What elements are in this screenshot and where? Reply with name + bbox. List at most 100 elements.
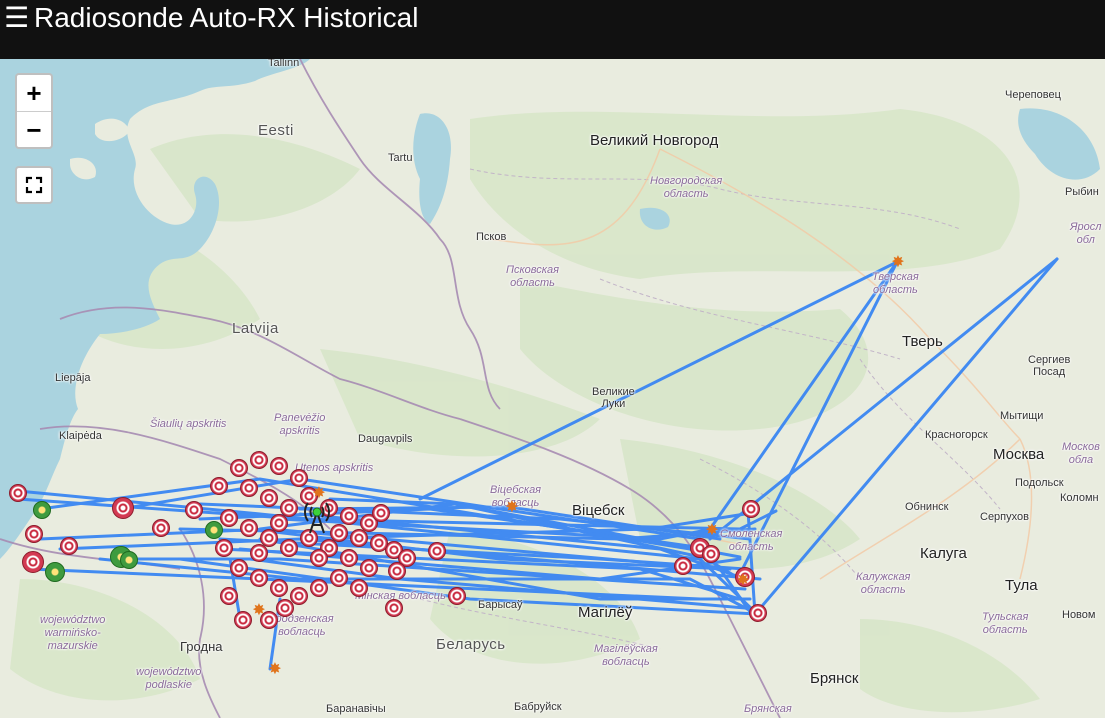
landing-marker[interactable] <box>370 534 388 552</box>
landing-marker[interactable] <box>749 604 767 622</box>
label-serpukhov: Серпухов <box>980 511 1029 523</box>
label-moskva: Москва <box>993 446 1045 463</box>
hamburger-menu-icon[interactable]: ☰ <box>4 3 29 33</box>
landing-marker[interactable] <box>350 529 368 547</box>
label-cherepovets: Череповец <box>1005 89 1061 101</box>
landing-marker[interactable] <box>240 479 258 497</box>
label-vitsebsk: Віцебск <box>572 502 625 519</box>
landing-marker[interactable] <box>260 489 278 507</box>
landing-marker[interactable] <box>185 501 203 519</box>
landing-marker[interactable] <box>220 587 238 605</box>
label-velikie-luki: Великие Луки <box>592 386 635 410</box>
label-kaluga-region: Калужская область <box>856 571 911 596</box>
launch-marker[interactable] <box>45 562 65 582</box>
label-tallinn: Tallinn <box>268 59 300 69</box>
landing-marker[interactable] <box>350 579 368 597</box>
landing-marker[interactable] <box>250 451 268 469</box>
label-mahilyow: Магілёў <box>578 604 633 621</box>
label-yaroslavl-region: Яросл обл <box>1070 221 1102 246</box>
landing-marker[interactable] <box>340 549 358 567</box>
landing-marker[interactable] <box>270 457 288 475</box>
top-bar: ☰ Radiosonde Auto-RX Historical <box>0 0 1105 59</box>
landing-marker[interactable] <box>234 611 252 629</box>
burst-icon[interactable]: ✸ <box>736 573 750 589</box>
landing-marker[interactable] <box>385 599 403 617</box>
label-kolomna: Коломн <box>1060 492 1099 504</box>
label-novgorod: Великий Новгород <box>590 132 719 149</box>
landing-marker[interactable] <box>9 484 27 502</box>
label-klaipeda: Klaipėda <box>59 430 102 442</box>
landing-marker[interactable] <box>330 569 348 587</box>
landing-marker[interactable] <box>250 569 268 587</box>
label-grodno: Гродна <box>180 639 223 654</box>
launch-marker[interactable] <box>120 551 138 569</box>
landing-marker[interactable] <box>240 519 258 537</box>
label-tver: Тверь <box>902 333 943 350</box>
label-sergiev-posad: Сергиев Посад <box>1028 354 1071 378</box>
label-tartu: Tartu <box>388 152 413 164</box>
landing-marker[interactable] <box>330 524 348 542</box>
landing-marker[interactable] <box>310 549 328 567</box>
landing-marker[interactable] <box>702 545 720 563</box>
landing-marker[interactable] <box>270 514 288 532</box>
launch-marker[interactable] <box>205 521 223 539</box>
landing-marker[interactable] <box>112 497 134 519</box>
label-warminsko: województwo warmińsko- mazurskie <box>40 614 106 652</box>
landing-marker[interactable] <box>152 519 170 537</box>
label-daugavpils: Daugavpils <box>358 433 413 445</box>
label-podlaskie: województwo podlaskie <box>136 666 202 691</box>
landing-marker[interactable] <box>215 539 233 557</box>
map-basemap <box>0 59 1100 718</box>
landing-marker[interactable] <box>60 537 78 555</box>
landing-marker[interactable] <box>250 544 268 562</box>
launch-marker[interactable] <box>33 501 51 519</box>
landing-marker[interactable] <box>230 459 248 477</box>
landing-marker[interactable] <box>220 509 238 527</box>
landing-marker[interactable] <box>372 504 390 522</box>
forest-areas <box>10 109 1040 713</box>
burst-icon[interactable]: ✸ <box>891 255 905 271</box>
landing-marker[interactable] <box>674 557 692 575</box>
label-moscow-region: Москов обла <box>1062 441 1100 466</box>
landing-marker[interactable] <box>290 469 308 487</box>
label-belarus: Беларусь <box>436 636 506 653</box>
burst-icon[interactable]: ✸ <box>252 603 266 619</box>
landing-marker[interactable] <box>280 539 298 557</box>
landing-marker[interactable] <box>290 587 308 605</box>
label-novomoskovsk: Новом <box>1062 609 1096 621</box>
landing-marker[interactable] <box>742 500 760 518</box>
label-tula-region: Тульская область <box>982 611 1029 636</box>
landing-marker[interactable] <box>230 559 248 577</box>
lake-peipus <box>413 113 451 224</box>
landing-marker[interactable] <box>22 551 44 573</box>
label-bryansk: Брянск <box>810 670 859 687</box>
landing-marker[interactable] <box>25 525 43 543</box>
zoom-in-button[interactable]: + <box>17 75 51 112</box>
zoom-out-button[interactable]: − <box>17 112 51 148</box>
label-krasnogorsk: Красногорск <box>925 429 988 441</box>
landing-marker[interactable] <box>448 587 466 605</box>
landing-marker[interactable] <box>276 599 294 617</box>
label-eesti: Eesti <box>258 122 294 139</box>
burst-icon[interactable]: ✸ <box>705 523 719 539</box>
zoom-control: + − <box>15 73 53 149</box>
burst-icon[interactable]: ✸ <box>268 662 282 678</box>
label-obninsk: Обнинск <box>905 501 949 513</box>
landing-marker[interactable] <box>388 562 406 580</box>
label-panevezys: Panevėžio apskritis <box>274 412 326 437</box>
map-view[interactable]: Tallinn Eesti Tartu Псков Псковская обла… <box>0 59 1105 718</box>
landing-marker[interactable] <box>210 477 228 495</box>
landing-marker[interactable] <box>340 507 358 525</box>
label-latvija: Latvija <box>232 320 279 337</box>
receiver-station-icon[interactable] <box>302 499 332 535</box>
label-barysau: Барысаў <box>478 599 523 611</box>
fullscreen-button[interactable] <box>15 166 53 204</box>
landing-marker[interactable] <box>310 579 328 597</box>
landing-marker[interactable] <box>360 559 378 577</box>
landing-marker[interactable] <box>428 542 446 560</box>
label-babruisk: Бабруйск <box>514 701 562 713</box>
label-mytishchi: Мытищи <box>1000 410 1044 422</box>
burst-icon[interactable]: ✸ <box>505 500 519 516</box>
label-tula: Тула <box>1005 577 1038 594</box>
landing-marker[interactable] <box>270 579 288 597</box>
